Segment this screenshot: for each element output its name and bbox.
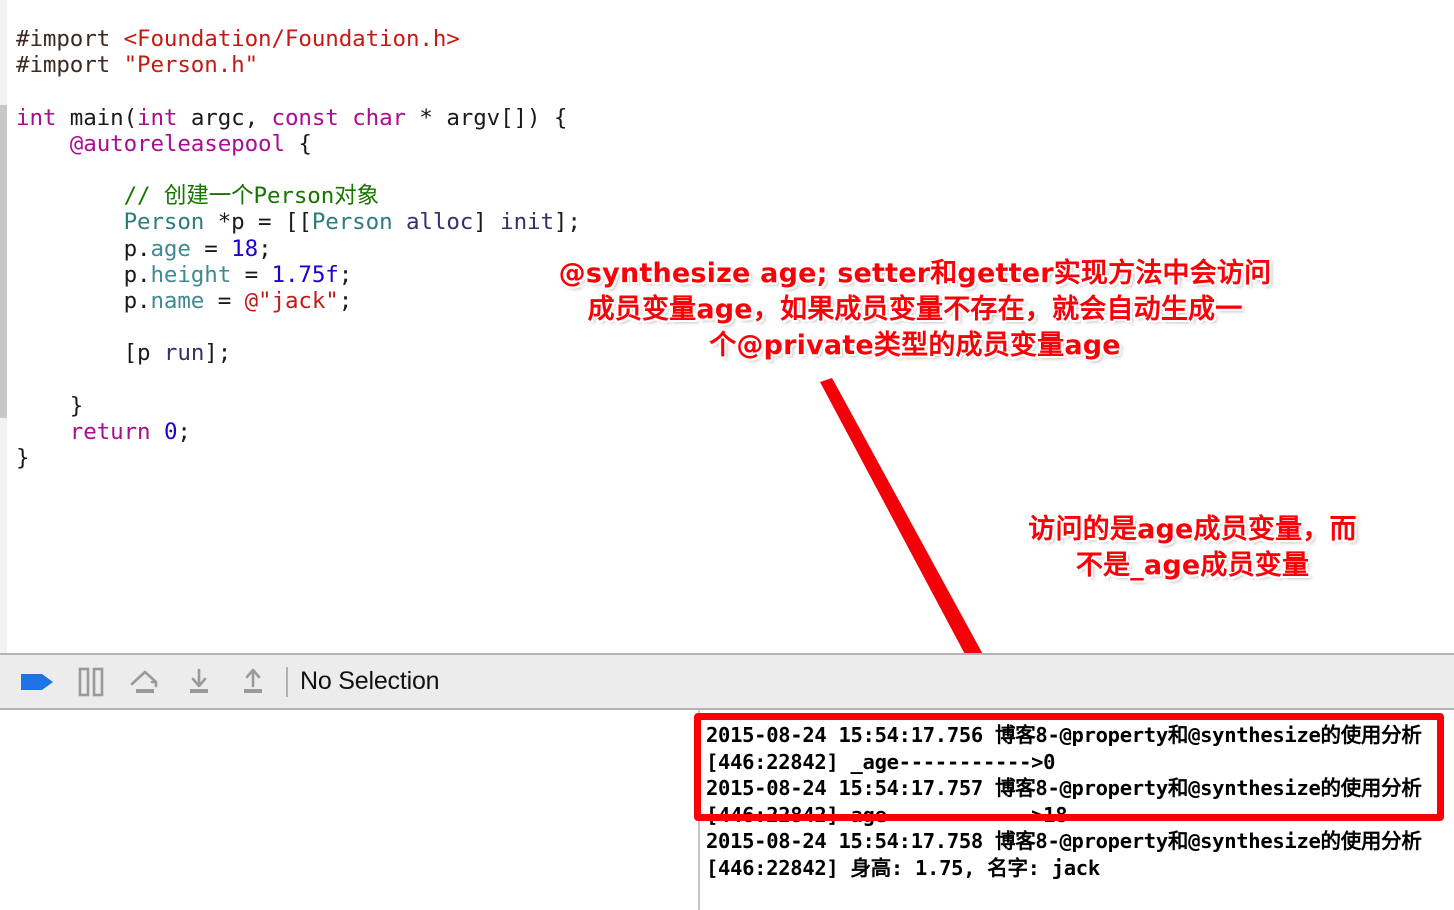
code-token: const (271, 104, 339, 131)
code-token: } (16, 445, 30, 471)
code-token: char (352, 104, 406, 131)
code-text: #import <Foundation/Foundation.h> #import… (16, 26, 581, 471)
annotation-note-synthesize: @synthesize age; setter和getter实现方法中会访问 成… (558, 258, 1272, 361)
code-token: int (16, 104, 57, 131)
code-token: name (150, 287, 205, 314)
code-token: } (16, 392, 84, 419)
code-token: @"jack" (244, 287, 339, 314)
code-line: @autoreleasepool { (16, 131, 581, 157)
code-token: "Person.h" (123, 52, 259, 79)
code-token: = (190, 235, 232, 262)
continue-button[interactable] (10, 654, 64, 709)
code-token: argc, (177, 104, 272, 131)
console-line: 2015-08-24 15:54:17.758 博客8-@property和@s… (706, 829, 1422, 880)
pause-icon (78, 667, 104, 696)
console-left-divider (698, 710, 700, 910)
code-token: Person (311, 209, 393, 236)
step-into-icon (190, 668, 208, 693)
code-token: // 创建一个Person对象 (123, 183, 380, 210)
code-token: ; (258, 235, 272, 262)
code-token: p. (16, 287, 151, 314)
code-token: [p (16, 340, 164, 367)
xcode-window: #import <Foundation/Foundation.h> #import… (0, 0, 1454, 910)
code-token: = (204, 287, 245, 314)
debug-toolbar[interactable]: No Selection (0, 653, 1454, 710)
code-token: int (137, 104, 178, 131)
code-token: = (231, 261, 272, 288)
code-token: ; (338, 261, 353, 288)
console-line: 2015-08-24 15:54:17.756 博客8-@property和@s… (706, 723, 1422, 774)
code-token: p. (16, 235, 151, 262)
scope-indicator-bar (0, 105, 7, 418)
code-token: ; (177, 418, 191, 445)
code-token: age (150, 235, 191, 262)
code-token: 0 (163, 418, 178, 445)
code-token: ]; (204, 340, 232, 367)
code-token: * argv[]) { (405, 104, 568, 131)
step-into-button[interactable] (172, 654, 226, 709)
selection-status-label: No Selection (300, 667, 440, 695)
code-token: *p = [[ (204, 209, 312, 236)
step-over-button[interactable] (118, 654, 172, 709)
console-output: 2015-08-24 15:54:17.756 博客8-@property和@s… (706, 722, 1446, 881)
code-line: // 创建一个Person对象 (16, 183, 581, 209)
code-token: return (69, 418, 151, 445)
step-over-icon (130, 670, 158, 693)
code-line: Person *p = [[Person alloc] init]; (16, 209, 581, 235)
annotation-note-age-ivar: 访问的是age成员变量，而 不是_age成员变量 (1028, 514, 1357, 581)
code-token: ]; (553, 209, 581, 236)
code-token: alloc (405, 209, 474, 236)
continue-flag-icon (21, 673, 53, 690)
step-out-button[interactable] (226, 654, 280, 709)
code-line: int main(int argc, const char * argv[]) … (16, 105, 581, 131)
code-token: init (500, 209, 554, 236)
code-token: Person (123, 209, 205, 236)
step-out-icon (244, 668, 262, 693)
code-line: #import "Person.h" (16, 52, 581, 78)
code-token: @autoreleasepool (69, 130, 285, 157)
code-line: #import <Foundation/Foundation.h> (16, 26, 581, 52)
pause-button[interactable] (64, 654, 118, 709)
code-token: main( (56, 104, 138, 131)
code-token: { (284, 130, 312, 157)
code-token: ; (338, 287, 353, 314)
code-line: } (16, 445, 581, 471)
code-token: <Foundation/Foundation.h> (123, 26, 460, 52)
code-token: 1.75f (271, 261, 339, 288)
code-token: height (150, 261, 232, 288)
toolbar-divider (286, 666, 288, 697)
code-token: #import (16, 26, 124, 52)
code-token: ] (473, 209, 501, 236)
code-line: } (16, 393, 581, 419)
console-line: 2015-08-24 15:54:17.757 博客8-@property和@s… (706, 776, 1422, 827)
console-pane[interactable]: 2015-08-24 15:54:17.756 博客8-@property和@s… (0, 710, 1454, 910)
code-token: #import (16, 52, 124, 79)
code-line: return 0; (16, 419, 581, 445)
code-token: p. (16, 261, 151, 288)
code-token: run (163, 340, 205, 367)
code-token: 18 (231, 235, 259, 262)
